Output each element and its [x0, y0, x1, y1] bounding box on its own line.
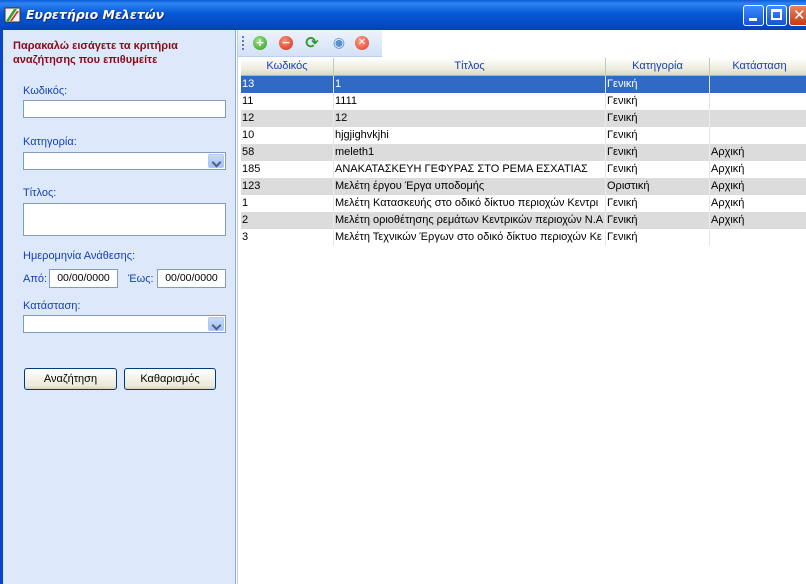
toolbar: + − ⟳ ◉ ✕	[238, 30, 382, 57]
cell-status: Αρχική	[710, 178, 806, 195]
column-header-status[interactable]: Κατάσταση	[710, 58, 806, 74]
table-row[interactable]: 11 1111 Γενική	[241, 93, 806, 110]
cell-status	[710, 229, 806, 246]
cell-category: Γενική	[606, 127, 710, 144]
category-label: Κατηγορία:	[23, 136, 77, 148]
category-select[interactable]	[23, 152, 226, 170]
cell-status: Αρχική	[710, 195, 806, 212]
cell-code: 2	[241, 212, 334, 229]
cell-status: Αρχική	[710, 144, 806, 161]
cell-status: Αρχική	[710, 161, 806, 178]
search-panel: Παρακαλώ εισάγετε τα κριτήρια αναζήτησης…	[0, 30, 236, 584]
table-row[interactable]: 58 meleth1 Γενική Αρχική	[241, 144, 806, 161]
date-to-label: Έως:	[128, 273, 154, 285]
table-body: 13 1 Γενική 11 1111 Γενική 12 12 Γενική …	[241, 76, 806, 246]
title-label: Τίτλος:	[23, 187, 57, 199]
cell-code: 185	[241, 161, 334, 178]
table-row[interactable]: 123 Μελέτη έργου Έργα υποδομής Οριστική …	[241, 178, 806, 195]
code-label: Κωδικός:	[23, 85, 68, 97]
maximize-button[interactable]	[766, 5, 787, 26]
minimize-button[interactable]	[743, 5, 764, 26]
cell-status	[710, 127, 806, 144]
maximize-icon	[771, 9, 782, 20]
table-row[interactable]: 3 Μελέτη Τεχνικών Έργων στο οδικό δίκτυο…	[241, 229, 806, 246]
cell-title: Μελέτη οριοθέτησης ρεμάτων Κεντρικών περ…	[334, 212, 606, 229]
cell-category: Γενική	[606, 161, 710, 178]
minimize-icon	[749, 18, 757, 21]
cell-category: Οριστική	[606, 178, 710, 195]
table-row[interactable]: 2 Μελέτη οριοθέτησης ρεμάτων Κεντρικών π…	[241, 212, 806, 229]
cell-title: 12	[334, 110, 606, 127]
cell-category: Γενική	[606, 93, 710, 110]
results-panel: + − ⟳ ◉ ✕ Κωδικός Τίτλος Κατηγορία Κατάσ…	[237, 30, 806, 584]
cell-status	[710, 110, 806, 127]
table-row[interactable]: 12 12 Γενική	[241, 110, 806, 127]
delete-icon[interactable]: −	[279, 36, 293, 50]
close-icon: ✕	[793, 6, 806, 24]
cell-code: 1	[241, 195, 334, 212]
code-input[interactable]	[23, 100, 226, 118]
date-to-input[interactable]: 00/00/0000	[157, 269, 226, 288]
cell-category: Γενική	[606, 144, 710, 161]
cell-code: 12	[241, 110, 334, 127]
status-select[interactable]	[23, 315, 226, 333]
cell-category: Γενική	[606, 212, 710, 229]
date-from-label: Από:	[23, 273, 48, 285]
title-input[interactable]	[23, 203, 226, 236]
cell-status	[710, 76, 806, 93]
cell-code: 3	[241, 229, 334, 246]
window-title: Ευρετήριο Μελετών	[26, 7, 165, 22]
clear-button[interactable]: Καθαρισμός	[124, 368, 216, 390]
chevron-down-icon[interactable]	[208, 154, 224, 168]
search-button[interactable]: Αναζήτηση	[24, 368, 117, 390]
close-window-button[interactable]: ✕	[789, 5, 806, 26]
cell-code: 13	[241, 76, 334, 93]
table-row[interactable]: 185 ΑΝΑΚΑΤΑΣΚΕΥΗ ΓΕΦΥΡΑΣ ΣΤΟ ΡΕΜΑ ΕΣΧΑΤΙ…	[241, 161, 806, 178]
search-instructions: Παρακαλώ εισάγετε τα κριτήρια αναζήτησης…	[13, 40, 178, 66]
table-row[interactable]: 13 1 Γενική	[241, 76, 806, 93]
cell-title: 1111	[334, 93, 606, 110]
cell-title: Μελέτη έργου Έργα υποδομής	[334, 178, 606, 195]
cell-title: Μελέτη Κατασκευής στο οδικό δίκτυο περιο…	[334, 195, 606, 212]
table-header: Κωδικός Τίτλος Κατηγορία Κατάσταση	[241, 58, 806, 76]
cell-code: 58	[241, 144, 334, 161]
cell-title: hjgjighvkjhi	[334, 127, 606, 144]
cell-category: Γενική	[606, 110, 710, 127]
close-record-icon[interactable]: ✕	[355, 36, 369, 50]
cell-category: Γενική	[606, 195, 710, 212]
status-label: Κατάσταση:	[23, 300, 81, 312]
table-row[interactable]: 10 hjgjighvkjhi Γενική	[241, 127, 806, 144]
column-header-category[interactable]: Κατηγορία	[606, 58, 710, 74]
cell-code: 10	[241, 127, 334, 144]
cell-title: ΑΝΑΚΑΤΑΣΚΕΥΗ ΓΕΦΥΡΑΣ ΣΤΟ ΡΕΜΑ ΕΣΧΑΤΙΑΣ	[334, 161, 606, 178]
add-icon[interactable]: +	[253, 36, 267, 50]
title-bar: Ευρετήριο Μελετών ✕	[0, 0, 806, 30]
table-row[interactable]: 1 Μελέτη Κατασκευής στο οδικό δίκτυο περ…	[241, 195, 806, 212]
cell-code: 11	[241, 93, 334, 110]
cell-status	[710, 93, 806, 110]
results-table: Κωδικός Τίτλος Κατηγορία Κατάσταση 13 1 …	[241, 58, 806, 246]
refresh-icon[interactable]: ⟳	[304, 35, 320, 51]
view-icon[interactable]: ◉	[331, 36, 347, 50]
date-from-input[interactable]: 00/00/0000	[49, 269, 118, 288]
cell-title: meleth1	[334, 144, 606, 161]
toolbar-grip[interactable]	[242, 36, 246, 50]
cell-code: 123	[241, 178, 334, 195]
cell-title: 1	[334, 76, 606, 93]
assignment-date-label: Ημερομηνία Ανάθεσης:	[23, 250, 136, 262]
column-header-code[interactable]: Κωδικός	[241, 58, 334, 74]
chevron-down-icon[interactable]	[208, 317, 224, 331]
cell-status: Αρχική	[710, 212, 806, 229]
cell-category: Γενική	[606, 76, 710, 93]
column-header-title[interactable]: Τίτλος	[334, 58, 606, 74]
cell-title: Μελέτη Τεχνικών Έργων στο οδικό δίκτυο π…	[334, 229, 606, 246]
cell-category: Γενική	[606, 229, 710, 246]
app-icon	[4, 7, 21, 23]
